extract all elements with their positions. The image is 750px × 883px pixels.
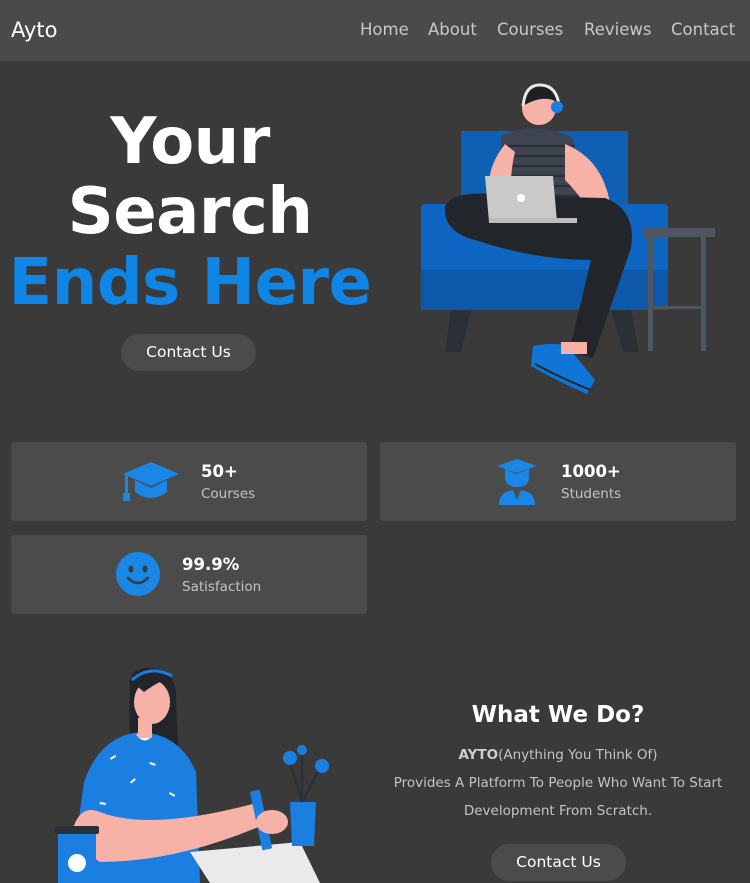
- navbar: Ayto Home About Courses Reviews Contact: [0, 0, 750, 61]
- nav-link-about[interactable]: About: [428, 20, 477, 39]
- headphone-icon: [551, 101, 563, 113]
- stat-card-satisfaction: 99.9% Satisfaction: [11, 535, 367, 614]
- nav-link-contact[interactable]: Contact: [671, 20, 735, 39]
- hero-title-line-1: Your: [110, 105, 270, 179]
- hero-title-accent: Ends Here: [8, 246, 372, 320]
- stat-label: Courses: [201, 486, 256, 502]
- about-line-2: Provides A Platform To People Who Want T…: [393, 775, 723, 791]
- notebook: [190, 842, 320, 883]
- student-icon: [497, 459, 537, 505]
- girl-studying-illustration: [55, 667, 329, 883]
- hero-title-line-3: Ends Here: [0, 248, 380, 318]
- stat-label: Students: [561, 486, 622, 502]
- hero-title-line-2: Search: [67, 175, 313, 249]
- brand-logo[interactable]: Ayto: [11, 18, 57, 42]
- about-line-3: Development From Scratch.: [463, 803, 653, 819]
- stat-value: 50+: [201, 462, 238, 481]
- brand-expansion: (Anything You Think Of): [498, 747, 658, 763]
- hero-contact-button[interactable]: Contact Us: [121, 334, 256, 371]
- stat-value: 99.9%: [182, 555, 240, 574]
- smiley-face-icon: [116, 552, 160, 596]
- stat-card-students: 1000+ Students: [380, 442, 736, 521]
- stat-value: 1000+: [561, 462, 621, 481]
- section-title: What We Do?: [471, 702, 645, 728]
- side-table-top: [643, 228, 715, 237]
- brand-name: AYTO: [458, 747, 499, 763]
- nav-link-courses[interactable]: Courses: [497, 20, 563, 39]
- stat-label: Satisfaction: [182, 579, 262, 595]
- about-line-1: AYTO(Anything You Think Of): [380, 747, 736, 763]
- graduation-cap-icon: [123, 462, 179, 501]
- man-on-sofa-illustration: [421, 83, 715, 394]
- nav-link-home[interactable]: Home: [360, 20, 409, 39]
- flower-vase: [290, 802, 316, 846]
- stat-card-courses: 50+ Courses: [11, 442, 367, 521]
- nav-link-reviews[interactable]: Reviews: [584, 20, 651, 39]
- about-contact-button[interactable]: Contact Us: [491, 844, 626, 881]
